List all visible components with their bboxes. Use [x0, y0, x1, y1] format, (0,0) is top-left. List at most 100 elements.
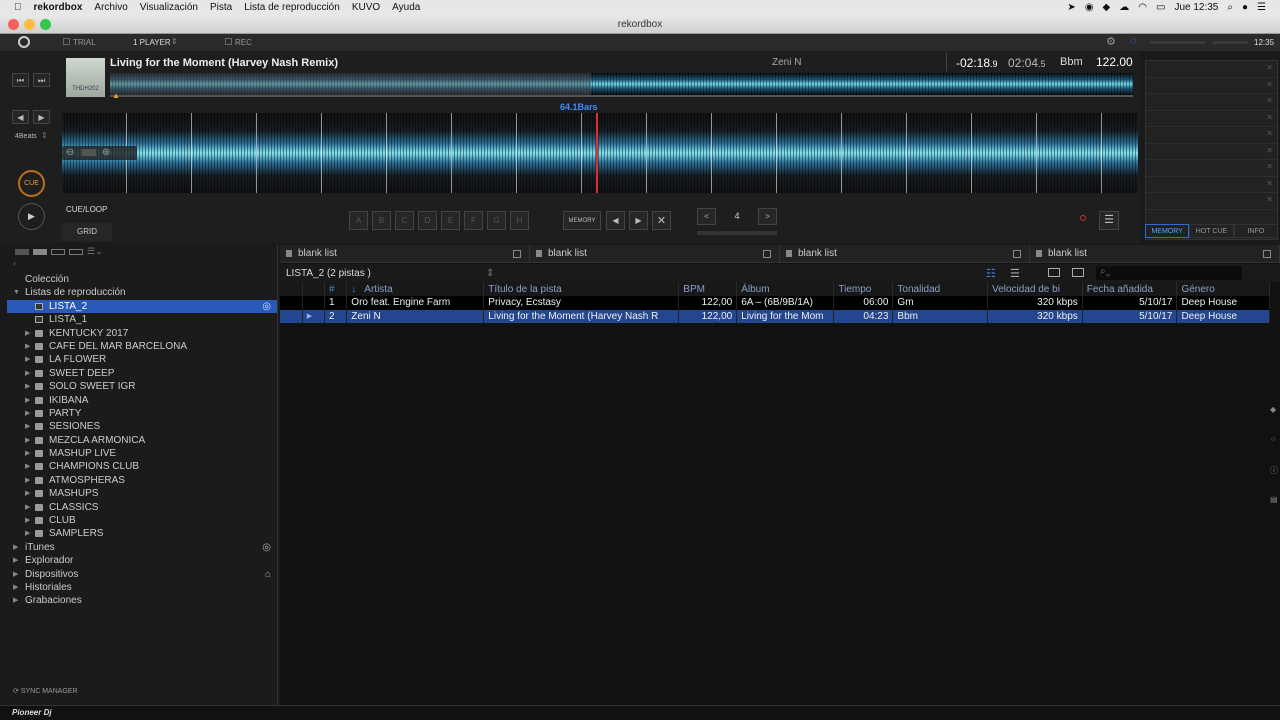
- close-window-button[interactable]: [8, 19, 19, 30]
- expand-arrow-icon[interactable]: ▶: [25, 340, 30, 353]
- zoom-out-icon[interactable]: ⊖: [66, 147, 74, 158]
- sidebar-item-playlist[interactable]: ▶ SOLO SWEET IGR: [7, 380, 277, 393]
- overview-waveform[interactable]: [110, 73, 1133, 95]
- expand-arrow-icon[interactable]: ▶: [13, 594, 18, 607]
- sidebar-item-recordings[interactable]: ▶ Grabaciones: [7, 594, 277, 607]
- play-button[interactable]: ▶: [18, 203, 45, 230]
- sync-manager-button[interactable]: ⟳ SYNC MANAGER: [13, 687, 78, 695]
- expand-arrow-icon[interactable]: ▶: [13, 541, 18, 554]
- view-toggle-2[interactable]: [33, 249, 47, 255]
- info-icon[interactable]: ⓘ: [1270, 465, 1278, 495]
- memory-cue-row[interactable]: [1146, 111, 1277, 127]
- slot-menu-icon[interactable]: [1013, 249, 1021, 258]
- expand-arrow-icon[interactable]: ▶: [25, 527, 30, 540]
- sidebar-item-playlist[interactable]: ▶ LA FLOWER: [7, 353, 277, 366]
- memory-button[interactable]: MEMORY: [563, 211, 601, 230]
- memory-cue-row[interactable]: [1146, 193, 1277, 210]
- sidebar-item-itunes[interactable]: ▶ iTunes ◎: [7, 541, 277, 554]
- expand-arrow-icon[interactable]: ▶: [13, 581, 18, 594]
- sidebar-item-playlist[interactable]: ▶ CAFE DEL MAR BARCELONA: [7, 340, 277, 353]
- artwork-view-icon[interactable]: [1072, 268, 1084, 277]
- playlist-settings-icon[interactable]: ◎: [262, 300, 271, 313]
- col-title[interactable]: Título de la pista: [483, 282, 680, 296]
- cloud-icon[interactable]: ☁: [1119, 2, 1129, 13]
- sidebar-item-playlist[interactable]: ▶ CLUB: [7, 514, 277, 527]
- apple-icon[interactable]: : [14, 2, 22, 13]
- zoom-waveform[interactable]: [62, 113, 1138, 193]
- hot-cue-pad-h[interactable]: H: [510, 211, 529, 230]
- sidebar-item-playlist[interactable]: LISTA_1: [7, 313, 277, 326]
- memory-cue-row[interactable]: [1146, 177, 1277, 193]
- expand-arrow-icon[interactable]: ▶: [25, 434, 30, 447]
- list-view-icon[interactable]: ☰⌄: [87, 246, 103, 257]
- expand-arrow-icon[interactable]: ▶: [25, 353, 30, 366]
- sidebar-item-playlist[interactable]: ▶ MASHUPS: [7, 487, 277, 500]
- menu-kuvo[interactable]: KUVO: [352, 2, 380, 13]
- list-view-icon[interactable]: ☰: [1010, 267, 1020, 280]
- record-icon[interactable]: ◉: [1085, 2, 1094, 13]
- sidebar-item-collection[interactable]: Colección: [7, 273, 277, 286]
- col-date-added[interactable]: Fecha añadida: [1082, 282, 1178, 296]
- blank-list-slot-2[interactable]: blank list: [530, 245, 780, 262]
- cue-loop-tab[interactable]: CUE/LOOP: [66, 205, 107, 214]
- sidebar-item-playlist[interactable]: ▶ IKIBANA: [7, 394, 277, 407]
- menu-lista[interactable]: Lista de reproducción: [244, 2, 340, 13]
- location-icon[interactable]: ➤: [1067, 2, 1075, 13]
- blank-list-slot-4[interactable]: blank list: [1030, 245, 1280, 262]
- player-mode-stepper-icon[interactable]: ⇕: [171, 37, 178, 46]
- menu-visualizacion[interactable]: Visualización: [140, 2, 198, 13]
- expand-arrow-icon[interactable]: ▶: [25, 420, 30, 433]
- menu-icon[interactable]: ☰: [1099, 211, 1119, 230]
- col-bpm[interactable]: BPM: [678, 282, 738, 296]
- player-mode-select[interactable]: 1 PLAYER: [133, 38, 171, 47]
- cue-button[interactable]: CUE: [18, 170, 45, 197]
- expand-arrow-icon[interactable]: ▶: [13, 554, 18, 567]
- sampler-icon[interactable]: ▤: [1270, 495, 1278, 525]
- battery-icon[interactable]: ▭: [1156, 2, 1165, 13]
- expand-arrow-icon[interactable]: ▶: [25, 487, 30, 500]
- col-time[interactable]: Tiempo: [833, 282, 894, 296]
- tab-hot-cue[interactable]: HOT CUE: [1189, 224, 1234, 238]
- expand-arrow-icon[interactable]: ▶: [25, 460, 30, 473]
- rekordbox-logo-icon[interactable]: [18, 36, 30, 48]
- slot-menu-icon[interactable]: [763, 249, 771, 258]
- beat-size-label[interactable]: 4Beats: [15, 133, 37, 140]
- itunes-settings-icon[interactable]: ◎: [262, 541, 271, 554]
- sidebar-item-playlists[interactable]: ▼ Listas de reproducción: [7, 286, 277, 299]
- grid-tab[interactable]: GRID: [62, 223, 112, 241]
- memory-next-button[interactable]: ▶: [629, 211, 648, 230]
- memory-cue-row[interactable]: [1146, 127, 1277, 144]
- view-toggle-1[interactable]: [15, 249, 29, 255]
- app-menu[interactable]: rekordbox: [34, 2, 83, 13]
- detail-view-icon[interactable]: ☷: [986, 267, 996, 280]
- sidebar-item-explorer[interactable]: ▶ Explorador: [7, 554, 277, 567]
- expand-arrow-icon[interactable]: ▶: [25, 394, 30, 407]
- slot-menu-icon[interactable]: [513, 249, 521, 258]
- memory-cue-row[interactable]: [1146, 61, 1277, 78]
- expand-arrow-icon[interactable]: ▶: [25, 407, 30, 420]
- beat-back-button[interactable]: ◀: [12, 110, 29, 124]
- memory-cue-row[interactable]: [1146, 94, 1277, 111]
- beatjump-back-button[interactable]: <: [697, 208, 716, 225]
- expand-arrow-icon[interactable]: ▶: [25, 447, 30, 460]
- sidebar-item-playlist[interactable]: ▶ CHAMPIONS CLUB: [7, 460, 277, 473]
- memory-cue-row[interactable]: [1146, 144, 1277, 160]
- hot-cue-pad-d[interactable]: D: [418, 211, 437, 230]
- memory-prev-button[interactable]: ◀: [606, 211, 625, 230]
- wifi-icon[interactable]: ◠: [1138, 2, 1147, 13]
- sync-icon[interactable]: ◌: [1130, 35, 1137, 47]
- sidebar-item-playlist[interactable]: ▶ ATMOSPHERAS: [7, 474, 277, 487]
- menu-ayuda[interactable]: Ayuda: [392, 2, 420, 13]
- hot-cue-pad-g[interactable]: G: [487, 211, 506, 230]
- sidebar-expand-icon[interactable]: ›: [7, 259, 277, 273]
- sidebar-item-playlist[interactable]: LISTA_2 ◎: [7, 299, 277, 314]
- sidebar-item-playlist[interactable]: ▶ PARTY: [7, 407, 277, 420]
- view-toggle-4[interactable]: [69, 249, 83, 255]
- expand-arrow-icon[interactable]: ▶: [25, 327, 30, 340]
- track-prev-button[interactable]: ⏮: [12, 73, 29, 87]
- blank-list-slot-1[interactable]: blank list: [280, 245, 530, 262]
- sidebar-item-playlist[interactable]: ▶ MEZCLA ARMONICA: [7, 434, 277, 447]
- col-bitrate[interactable]: Velocidad de bi: [987, 282, 1083, 296]
- collapse-arrow-icon[interactable]: ▼: [13, 286, 20, 299]
- dropbox-icon[interactable]: ◆: [1103, 2, 1111, 13]
